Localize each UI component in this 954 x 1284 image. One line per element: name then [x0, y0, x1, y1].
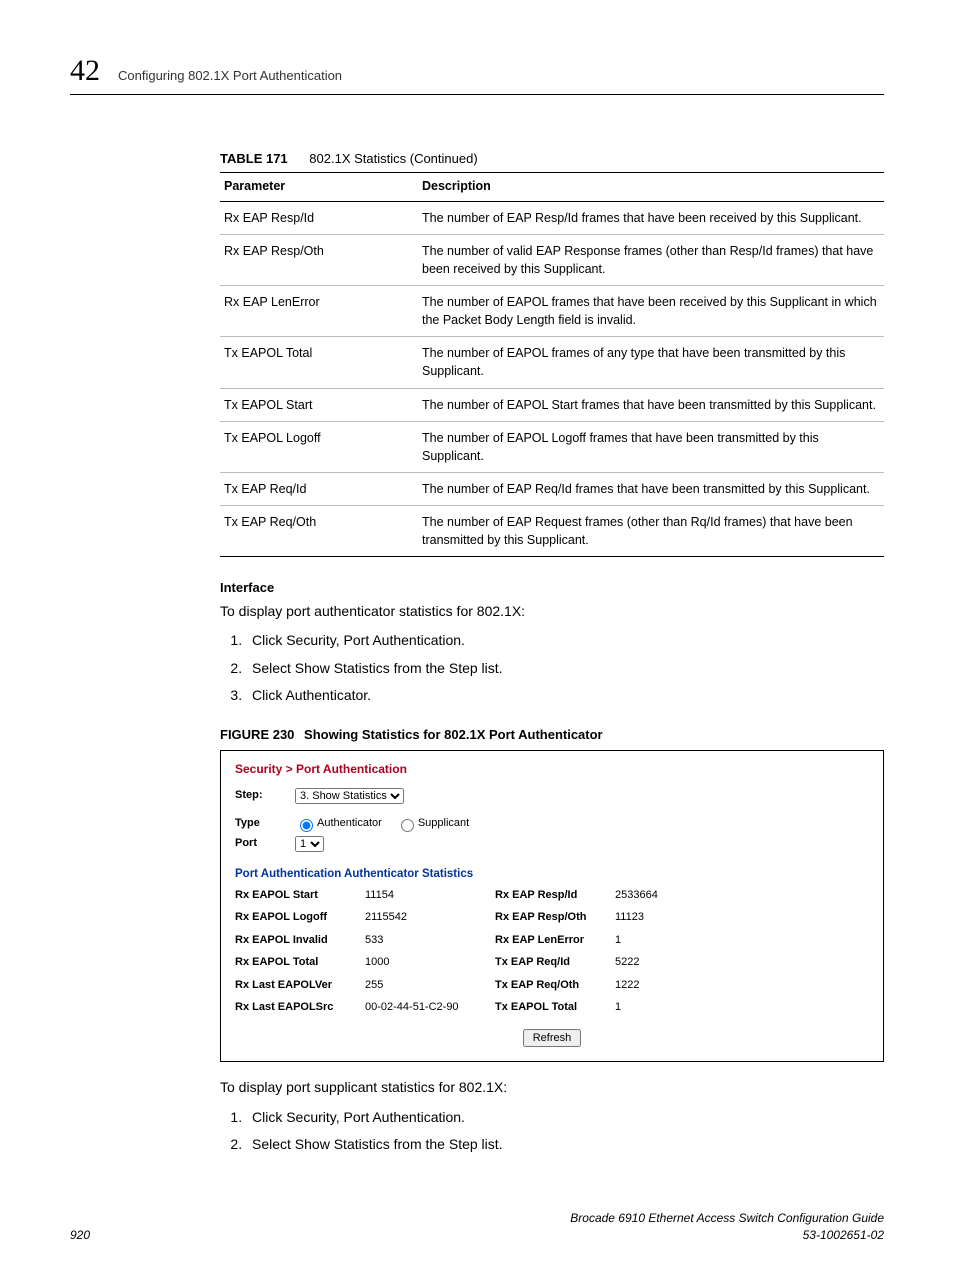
chapter-number: 42: [70, 50, 100, 92]
page-number: 920: [70, 1227, 90, 1244]
step-label: Step:: [235, 788, 295, 803]
step-item: Select Show Statistics from the Step lis…: [246, 1135, 884, 1155]
stat-value: 5222: [615, 955, 715, 970]
port-label: Port: [235, 836, 295, 851]
table-label: TABLE 171: [220, 151, 288, 166]
stat-value: 2533664: [615, 888, 715, 903]
stat-label: Tx EAPOL Total: [495, 1000, 615, 1015]
stat-label: Tx EAP Req/Id: [495, 955, 615, 970]
stat-value: 1: [615, 933, 715, 948]
refresh-button[interactable]: Refresh: [523, 1029, 582, 1047]
statistics-table: Parameter Description Rx EAP Resp/IdThe …: [220, 172, 884, 557]
table-caption: TABLE 171 802.1X Statistics (Continued): [220, 150, 884, 168]
chapter-title: Configuring 802.1X Port Authentication: [118, 67, 342, 85]
figure-caption: FIGURE 230 Showing Statistics for 802.1X…: [220, 726, 884, 744]
stat-value: 11123: [615, 910, 715, 925]
radio-authenticator[interactable]: [300, 819, 313, 832]
stat-value: 1000: [365, 955, 495, 970]
stat-value: 11154: [365, 888, 495, 903]
stat-label: Rx EAP Resp/Oth: [495, 910, 615, 925]
page-header: 42 Configuring 802.1X Port Authenticatio…: [70, 50, 884, 95]
step-item: Click Authenticator.: [246, 686, 884, 706]
table-row: Rx EAP Resp/IdThe number of EAP Resp/Id …: [220, 201, 884, 234]
table-row: Tx EAP Req/OthThe number of EAP Request …: [220, 506, 884, 557]
stat-label: Tx EAP Req/Oth: [495, 978, 615, 993]
step-item: Click Security, Port Authentication.: [246, 1108, 884, 1128]
stat-value: 2115542: [365, 910, 495, 925]
stat-label: Rx EAP Resp/Id: [495, 888, 615, 903]
page-footer: 920 Brocade 6910 Ethernet Access Switch …: [70, 1210, 884, 1244]
stat-value: 1222: [615, 978, 715, 993]
stat-label: Rx EAP LenError: [495, 933, 615, 948]
table-title: 802.1X Statistics (Continued): [309, 151, 477, 166]
stat-label: Rx EAPOL Logoff: [235, 910, 365, 925]
figure-title: Showing Statistics for 802.1X Port Authe…: [304, 727, 603, 742]
figure-label: FIGURE 230: [220, 727, 294, 742]
stat-label: Rx EAPOL Invalid: [235, 933, 365, 948]
table-row: Rx EAP Resp/OthThe number of valid EAP R…: [220, 234, 884, 285]
step-item: Click Security, Port Authentication.: [246, 631, 884, 651]
stat-label: Rx EAPOL Start: [235, 888, 365, 903]
radio-supplicant-label: Supplicant: [418, 816, 469, 831]
stat-value: 533: [365, 933, 495, 948]
stat-grid: Rx EAPOL Start11154Rx EAP Resp/Id2533664…: [235, 888, 869, 1015]
intro-text: To display port authenticator statistics…: [220, 602, 884, 622]
intro-text-2: To display port supplicant statistics fo…: [220, 1078, 884, 1098]
table-row: Tx EAPOL TotalThe number of EAPOL frames…: [220, 337, 884, 388]
step-item: Select Show Statistics from the Step lis…: [246, 659, 884, 679]
stat-value: 00-02-44-51-C2-90: [365, 1000, 495, 1015]
radio-authenticator-label: Authenticator: [317, 816, 382, 831]
type-label: Type: [235, 816, 295, 831]
step-select[interactable]: 3. Show Statistics: [295, 788, 404, 804]
stats-sub-header: Port Authentication Authenticator Statis…: [235, 866, 869, 882]
port-select[interactable]: 1: [295, 836, 324, 852]
table-row: Rx EAP LenErrorThe number of EAPOL frame…: [220, 286, 884, 337]
stat-label: Rx Last EAPOLSrc: [235, 1000, 365, 1015]
table-row: Tx EAPOL StartThe number of EAPOL Start …: [220, 388, 884, 421]
radio-supplicant[interactable]: [401, 819, 414, 832]
figure-box: Security > Port Authentication Step: 3. …: [220, 750, 884, 1062]
col-description: Description: [418, 173, 884, 202]
table-row: Tx EAP Req/IdThe number of EAP Req/Id fr…: [220, 472, 884, 505]
stat-label: Rx Last EAPOLVer: [235, 978, 365, 993]
steps-list-1: Click Security, Port Authentication. Sel…: [220, 631, 884, 706]
col-parameter: Parameter: [220, 173, 418, 202]
doc-number: 53-1002651-02: [570, 1227, 884, 1244]
breadcrumb: Security > Port Authentication: [235, 761, 869, 778]
table-row: Tx EAPOL LogoffThe number of EAPOL Logof…: [220, 421, 884, 472]
stat-label: Rx EAPOL Total: [235, 955, 365, 970]
stat-value: 255: [365, 978, 495, 993]
doc-title: Brocade 6910 Ethernet Access Switch Conf…: [570, 1210, 884, 1227]
steps-list-2: Click Security, Port Authentication. Sel…: [220, 1108, 884, 1155]
stat-value: 1: [615, 1000, 715, 1015]
interface-heading: Interface: [220, 579, 884, 597]
